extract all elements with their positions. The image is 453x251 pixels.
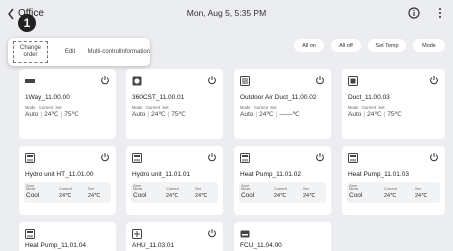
device-card[interactable]: Heat Pump_11.01.02 Zone Mode Current Set…: [234, 146, 331, 215]
ceiling-cassette-1way-icon: [25, 76, 35, 86]
power-icon[interactable]: [429, 152, 439, 162]
all-off-button[interactable]: All off: [331, 39, 361, 52]
zone-panel: Zone Mode Current Set Cool 24℃ 24℃: [24, 182, 111, 203]
device-card[interactable]: Heat Pump_11.01.03 Zone Mode Current Set…: [342, 146, 445, 215]
device-name: Duct_11.00.03: [348, 94, 390, 101]
status-values: Auto | 24℃ | ——℃: [240, 111, 300, 118]
change-order-menu-item[interactable]: Change order: [13, 41, 48, 63]
status-values: Auto | 24℃ | 75℃: [25, 111, 79, 118]
360-cassette-icon: [132, 76, 142, 86]
power-icon[interactable]: [207, 152, 217, 162]
hydro-unit-icon: [25, 153, 35, 163]
all-on-button[interactable]: All on: [294, 39, 324, 52]
device-name: Heat Pump_11.01.03: [348, 171, 409, 178]
multi-control-menu-item[interactable]: Multi-control: [86, 38, 122, 66]
device-name: AHU_11.03.01: [132, 242, 175, 249]
status-values: Auto | 24℃ | 75℃: [348, 111, 402, 118]
heat-pump-icon: [240, 153, 250, 163]
device-card[interactable]: Hydro unit HT_11.01.00 Zone Mode Current…: [19, 146, 116, 215]
outdoor-air-duct-icon: [240, 76, 250, 86]
device-name: Heat Pump_11.01.04: [25, 242, 86, 249]
status-values: Auto | 24℃ | 75℃: [132, 111, 186, 118]
device-card[interactable]: AHU_11.03.01: [126, 222, 223, 251]
ahu-icon: [132, 229, 142, 239]
duct-icon: [348, 76, 358, 86]
device-card[interactable]: Hydro unit_11.01.01 Zone Mode Current Se…: [126, 146, 223, 215]
device-name: 360CST_11.00.01: [132, 94, 185, 101]
fcu-icon: [240, 229, 250, 239]
set-temp-button[interactable]: Set Temp: [368, 39, 406, 52]
hydro-unit-icon: [132, 153, 142, 163]
top-bar: Office Mon, Aug 5, 5:35 PM: [0, 0, 453, 28]
information-menu-item[interactable]: Information: [120, 38, 150, 66]
zone-panel: Zone Mode Current Set Cool 24℃ 24℃: [131, 182, 218, 203]
zone-panel: Zone Mode Current Set Cool 24℃ 24℃: [239, 182, 326, 203]
device-name: FCU_11.04.00: [240, 242, 282, 249]
info-icon[interactable]: [408, 7, 420, 19]
device-name: 1Way_11.00.00: [25, 94, 70, 101]
device-name: Hydro unit_11.01.01: [132, 171, 191, 178]
options-popup-menu: Change order Edit Multi-control Informat…: [8, 38, 150, 66]
edit-menu-item[interactable]: Edit: [56, 38, 84, 66]
device-card[interactable]: Duct_11.00.03 Mode Current Set Auto | 24℃ |…: [342, 69, 445, 139]
power-icon[interactable]: [100, 75, 110, 85]
device-card[interactable]: Outdoor Air Duct_11.00.02 Mode Current S…: [234, 69, 331, 139]
device-card[interactable]: FCU_11.04.00: [234, 222, 331, 251]
more-options-icon[interactable]: [437, 7, 443, 19]
power-icon[interactable]: [315, 75, 325, 85]
power-icon[interactable]: [207, 228, 217, 238]
device-name: Hydro unit HT_11.01.00: [25, 171, 94, 178]
heat-pump-icon: [25, 229, 35, 239]
power-icon[interactable]: [429, 75, 439, 85]
device-card[interactable]: 360CST_11.00.01 Mode Current Set Auto | 24…: [126, 69, 223, 139]
mode-button[interactable]: Mode: [413, 39, 445, 52]
device-name: Heat Pump_11.01.02: [240, 171, 301, 178]
device-name: Outdoor Air Duct_11.00.02: [240, 94, 317, 101]
heat-pump-icon: [348, 153, 358, 163]
power-icon[interactable]: [315, 152, 325, 162]
zone-panel: Zone Mode Current Set Cool 24℃ 24℃: [347, 182, 440, 203]
device-card[interactable]: 1Way_11.00.00 Mode Current Set Auto | 24℃ |…: [19, 69, 116, 139]
power-icon[interactable]: [100, 152, 110, 162]
power-icon[interactable]: [207, 75, 217, 85]
date-time: Mon, Aug 5, 5:35 PM: [186, 8, 267, 18]
step-badge: 1: [18, 14, 36, 32]
device-card[interactable]: Heat Pump_11.01.04: [19, 222, 116, 251]
